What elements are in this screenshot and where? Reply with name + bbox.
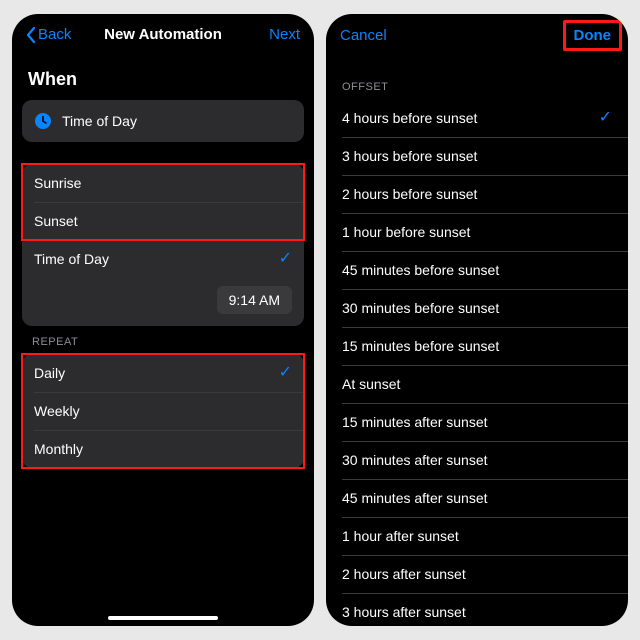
time-value: 9:14 AM <box>229 292 280 308</box>
offset-option[interactable]: 3 hours after sunset <box>326 593 628 626</box>
option-label: Sunrise <box>34 175 81 191</box>
option-label: 1 hour after sunset <box>342 528 459 544</box>
next-label: Next <box>269 26 300 43</box>
cancel-label: Cancel <box>340 27 387 44</box>
option-label: 3 hours before sunset <box>342 148 477 164</box>
time-of-day-label: Time of Day <box>62 113 137 129</box>
clock-icon <box>34 112 52 130</box>
time-of-day-card[interactable]: Time of Day <box>22 100 304 142</box>
option-monthly[interactable]: Monthly <box>22 430 304 468</box>
time-picker[interactable]: 9:14 AM <box>217 286 292 314</box>
done-button[interactable]: Done <box>560 26 614 45</box>
option-label: Sunset <box>34 213 78 229</box>
option-label: Monthly <box>34 441 83 457</box>
option-sunset[interactable]: Sunset <box>22 202 304 240</box>
repeat-header: REPEAT <box>22 326 304 354</box>
page-title: New Automation <box>80 26 246 43</box>
right-screen: Cancel Done OFFSET 4 hours before sunset… <box>326 14 628 626</box>
time-picker-row: 9:14 AM <box>22 278 304 326</box>
left-screen: Back New Automation Next When Time of Da… <box>12 14 314 626</box>
offset-option[interactable]: 30 minutes after sunset <box>326 441 628 479</box>
offset-option[interactable]: 15 minutes before sunset <box>326 327 628 365</box>
offset-option[interactable]: 45 minutes after sunset <box>326 479 628 517</box>
offset-option[interactable]: 1 hour after sunset <box>326 517 628 555</box>
option-label: 2 hours before sunset <box>342 186 477 202</box>
option-daily[interactable]: Daily ✓ <box>22 354 304 392</box>
option-time-of-day[interactable]: Time of Day ✓ <box>22 240 304 278</box>
nav-bar: Cancel Done <box>326 14 628 55</box>
offset-option[interactable]: At sunset <box>326 365 628 403</box>
option-label: 45 minutes after sunset <box>342 490 488 506</box>
left-content: When Time of Day Sunrise Sunset Time of … <box>12 53 314 626</box>
offset-option[interactable]: 45 minutes before sunset <box>326 251 628 289</box>
check-icon: ✓ <box>279 365 292 381</box>
cancel-button[interactable]: Cancel <box>340 27 394 44</box>
repeat-options: Daily ✓ Weekly Monthly <box>22 354 304 468</box>
offset-option[interactable]: 15 minutes after sunset <box>326 403 628 441</box>
offset-option[interactable]: 4 hours before sunset ✓ <box>326 99 628 137</box>
offset-option[interactable]: 2 hours after sunset <box>326 555 628 593</box>
offset-option[interactable]: 30 minutes before sunset <box>326 289 628 327</box>
done-label: Done <box>563 20 623 51</box>
option-label: 30 minutes before sunset <box>342 300 499 316</box>
check-icon: ✓ <box>599 110 612 126</box>
offset-option[interactable]: 3 hours before sunset <box>326 137 628 175</box>
offset-header: OFFSET <box>326 55 628 99</box>
option-weekly[interactable]: Weekly <box>22 392 304 430</box>
offset-option[interactable]: 1 hour before sunset <box>326 213 628 251</box>
when-heading: When <box>22 53 304 100</box>
option-label: Weekly <box>34 403 80 419</box>
option-label: 30 minutes after sunset <box>342 452 488 468</box>
option-label: 15 minutes after sunset <box>342 414 488 430</box>
option-label: Time of Day <box>34 251 109 267</box>
home-indicator[interactable] <box>108 616 218 620</box>
option-label: Daily <box>34 365 65 381</box>
option-label: At sunset <box>342 376 400 392</box>
offset-options: 4 hours before sunset ✓ 3 hours before sun… <box>326 99 628 626</box>
option-label: 45 minutes before sunset <box>342 262 499 278</box>
option-sunrise[interactable]: Sunrise <box>22 164 304 202</box>
option-label: 15 minutes before sunset <box>342 338 499 354</box>
nav-bar: Back New Automation Next <box>12 14 314 53</box>
right-content: OFFSET 4 hours before sunset ✓ 3 hours bef… <box>326 55 628 626</box>
option-label: 3 hours after sunset <box>342 604 466 620</box>
chevron-left-icon <box>26 27 36 43</box>
option-label: 4 hours before sunset <box>342 110 477 126</box>
next-button[interactable]: Next <box>246 26 300 43</box>
offset-option[interactable]: 2 hours before sunset <box>326 175 628 213</box>
schedule-options: Sunrise Sunset Time of Day ✓ 9:14 AM <box>22 164 304 326</box>
option-label: 2 hours after sunset <box>342 566 466 582</box>
check-icon: ✓ <box>279 251 292 267</box>
back-button[interactable]: Back <box>26 26 80 43</box>
back-label: Back <box>38 26 71 43</box>
option-label: 1 hour before sunset <box>342 224 470 240</box>
